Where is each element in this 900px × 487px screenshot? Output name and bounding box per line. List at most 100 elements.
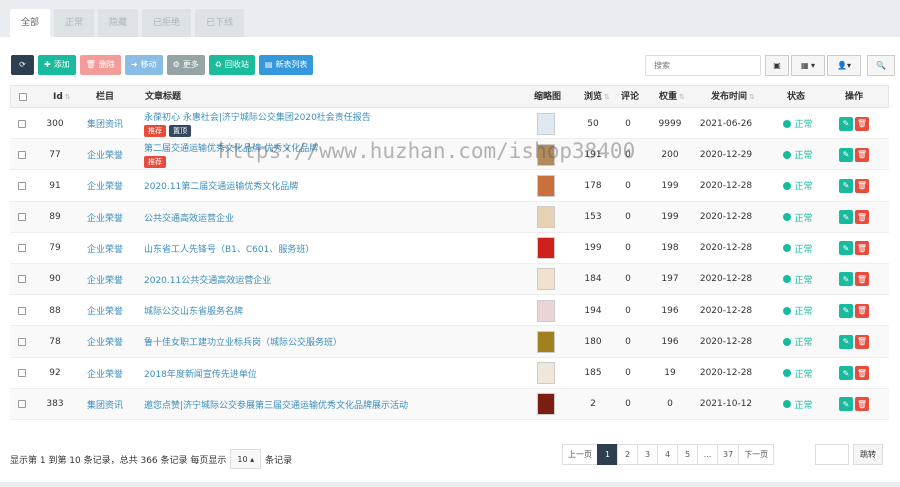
edit-button[interactable]: ✎ xyxy=(839,147,853,162)
page-2[interactable]: 2 xyxy=(617,444,638,465)
search-input[interactable] xyxy=(645,55,761,76)
row-title[interactable]: 鲁十佳女职工建功立业标兵岗（城际公交服务班） xyxy=(144,335,342,348)
status-dot-icon xyxy=(783,306,792,315)
row-column[interactable]: 企业荣誉 xyxy=(87,304,123,317)
refresh-button[interactable]: ⟳ xyxy=(11,55,34,75)
row-comments: 0 xyxy=(625,212,631,223)
row-column[interactable]: 企业荣誉 xyxy=(87,367,123,380)
search-toggle-button[interactable]: 🔍 xyxy=(867,55,895,76)
edit-button[interactable]: ✎ xyxy=(839,116,853,131)
row-title[interactable]: 2020.11公共交通高效运营企业 xyxy=(144,273,271,286)
row-checkbox[interactable] xyxy=(18,233,26,264)
edit-button[interactable]: ✎ xyxy=(839,241,853,256)
tab-offline[interactable]: 已下线 xyxy=(195,9,245,37)
page-3[interactable]: 3 xyxy=(637,444,658,465)
delete-row-button[interactable]: 🗑 xyxy=(855,178,869,193)
edit-button[interactable]: ✎ xyxy=(839,210,853,225)
news-list-button[interactable]: ▤ 新表列表 xyxy=(258,55,314,75)
delete-row-button[interactable]: 🗑 xyxy=(855,303,869,318)
delete-row-button[interactable]: 🗑 xyxy=(855,334,869,349)
delete-row-button[interactable]: 🗑 xyxy=(855,210,869,225)
edit-button[interactable]: ✎ xyxy=(839,397,853,412)
next-page-button[interactable]: 下一页 xyxy=(738,444,775,465)
page-1[interactable]: 1 xyxy=(597,444,618,465)
export-menu-button[interactable]: 👤▾ xyxy=(827,55,861,76)
prev-page-button[interactable]: 上一页 xyxy=(562,444,598,465)
trash-icon: 🗑 xyxy=(856,399,868,409)
row-checkbox[interactable] xyxy=(18,358,26,389)
row-title[interactable]: 第二届交通运输优秀文化品牌-优秀文化品牌 xyxy=(144,141,318,154)
recycle-bin-button[interactable]: ♻ 回收站 xyxy=(208,55,255,75)
row-thumbnail[interactable] xyxy=(531,139,561,170)
col-id[interactable]: Id ⇅ xyxy=(53,86,71,109)
tab-normal[interactable]: 正常 xyxy=(54,9,95,37)
more-button[interactable]: ⚙ 更多 xyxy=(166,55,205,75)
row-checkbox[interactable] xyxy=(18,139,26,170)
delete-row-button[interactable]: 🗑 xyxy=(855,366,869,380)
delete-row-button[interactable]: 🗑 xyxy=(855,147,869,162)
row-title[interactable]: 山东省工人先锋号（B1、C601、服务班） xyxy=(144,242,314,255)
row-checkbox[interactable] xyxy=(18,108,26,139)
row-id: 383 xyxy=(46,399,64,410)
add-button[interactable]: ✚ 添加 xyxy=(38,55,76,75)
col-views[interactable]: 浏览 ⇅ xyxy=(584,86,610,109)
row-title[interactable]: 2018年度新闻宣传先进单位 xyxy=(144,367,257,380)
table-tools: ▣ ▦ ▾ 👤▾ 🔍 xyxy=(765,55,895,76)
row-column[interactable]: 企业荣誉 xyxy=(87,211,123,224)
select-all-checkbox[interactable] xyxy=(19,93,27,101)
page-37[interactable]: 37 xyxy=(717,444,740,465)
tab-all[interactable]: 全部 xyxy=(10,9,51,37)
row-checkbox[interactable] xyxy=(18,326,26,357)
page-size-select[interactable]: 10 ▴ xyxy=(230,449,262,469)
edit-button[interactable]: ✎ xyxy=(839,303,853,318)
jump-page-input[interactable] xyxy=(815,444,849,465)
row-column[interactable]: 企业荣誉 xyxy=(87,242,123,255)
row-thumbnail[interactable] xyxy=(531,170,561,201)
row-title[interactable]: 公共交通高效运营企业 xyxy=(144,211,234,224)
row-thumbnail[interactable] xyxy=(531,389,561,420)
move-button[interactable]: ➜ 移动 xyxy=(124,55,163,75)
page-4[interactable]: 4 xyxy=(657,444,678,465)
row-thumbnail[interactable] xyxy=(531,326,561,357)
row-column[interactable]: 集团资讯 xyxy=(87,117,123,130)
row-title[interactable]: 2020.11第二届交通运输优秀文化品牌 xyxy=(144,179,298,192)
jump-button[interactable]: 跳转 xyxy=(853,444,883,465)
row-thumbnail[interactable] xyxy=(531,358,561,389)
delete-row-button[interactable]: 🗑 xyxy=(855,241,869,256)
row-checkbox[interactable] xyxy=(18,389,26,420)
page-5[interactable]: 5 xyxy=(677,444,698,465)
row-checkbox[interactable] xyxy=(18,264,26,295)
row-thumbnail[interactable] xyxy=(531,233,561,264)
status-dot-icon xyxy=(783,181,792,190)
edit-button[interactable]: ✎ xyxy=(839,366,853,380)
row-column[interactable]: 企业荣誉 xyxy=(87,148,123,161)
row-title[interactable]: 永葆初心 永惠社会|济宁城际公交集团2020社会责任报告 xyxy=(144,110,371,123)
export-button[interactable]: ▣ xyxy=(765,55,789,76)
row-thumbnail[interactable] xyxy=(531,108,561,139)
row-column[interactable]: 企业荣誉 xyxy=(87,179,123,192)
delete-row-button[interactable]: 🗑 xyxy=(855,397,869,412)
row-checkbox[interactable] xyxy=(18,295,26,326)
row-thumbnail[interactable] xyxy=(531,295,561,326)
row-thumbnail[interactable] xyxy=(531,202,561,233)
row-status: 正常 xyxy=(776,139,820,170)
edit-button[interactable]: ✎ xyxy=(839,178,853,193)
row-thumbnail[interactable] xyxy=(531,264,561,295)
tab-hidden[interactable]: 隐藏 xyxy=(98,9,139,37)
columns-button[interactable]: ▦ ▾ xyxy=(791,55,825,76)
col-publish-time[interactable]: 发布时间 ⇅ xyxy=(711,86,755,109)
row-column[interactable]: 集团资讯 xyxy=(87,398,123,411)
row-column[interactable]: 企业荣誉 xyxy=(87,273,123,286)
col-weight[interactable]: 权重 ⇅ xyxy=(659,86,685,109)
row-column[interactable]: 企业荣誉 xyxy=(87,335,123,348)
delete-button[interactable]: 🗑 删除 xyxy=(79,55,121,75)
delete-row-button[interactable]: 🗑 xyxy=(855,272,869,287)
edit-button[interactable]: ✎ xyxy=(839,334,853,349)
tab-rejected[interactable]: 已拒绝 xyxy=(142,9,192,37)
delete-row-button[interactable]: 🗑 xyxy=(855,116,869,131)
row-title[interactable]: 邀您点赞|济宁城际公交参展第三届交通运输优秀文化品牌展示活动 xyxy=(144,398,408,411)
row-checkbox[interactable] xyxy=(18,202,26,233)
row-title[interactable]: 城际公交山东省服务名牌 xyxy=(144,304,243,317)
row-checkbox[interactable] xyxy=(18,170,26,201)
edit-button[interactable]: ✎ xyxy=(839,272,853,287)
